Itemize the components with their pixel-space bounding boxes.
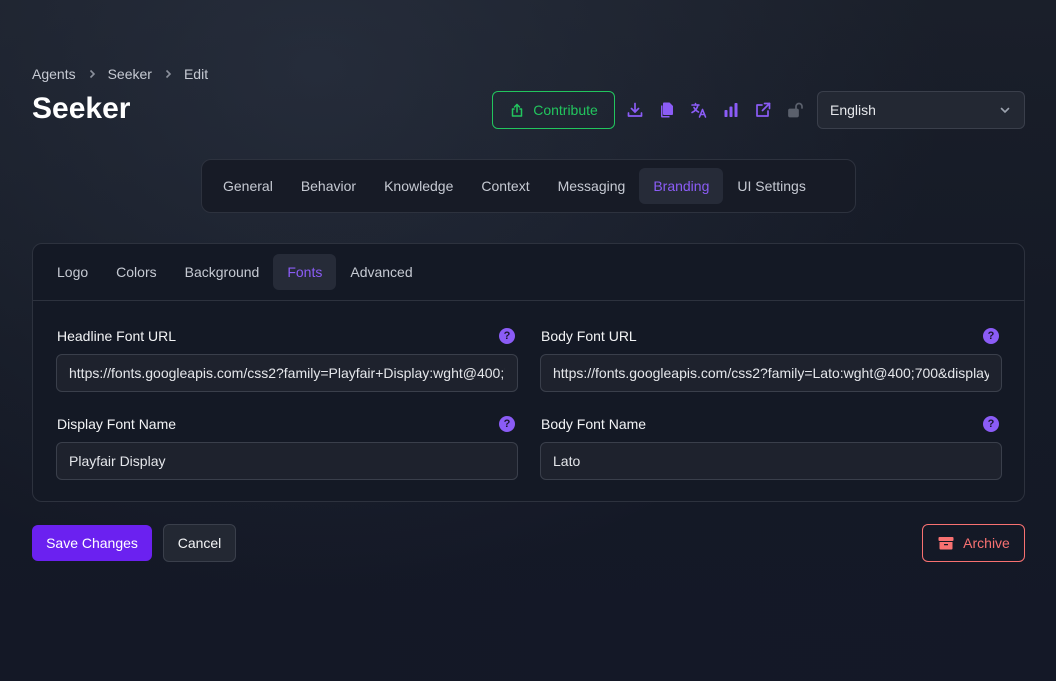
- help-icon[interactable]: ?: [499, 328, 515, 344]
- tab-messaging[interactable]: Messaging: [544, 168, 640, 204]
- archive-button[interactable]: Archive: [922, 524, 1025, 562]
- body-font-url-input[interactable]: [540, 354, 1002, 392]
- body-font-url-label: Body Font URL: [541, 328, 637, 344]
- chevron-right-icon: [162, 68, 174, 80]
- display-font-name-label: Display Font Name: [57, 416, 177, 432]
- header-actions: Contribute: [492, 91, 811, 129]
- breadcrumb: Agents Seeker Edit: [32, 66, 208, 82]
- headline-font-url-input[interactable]: [56, 354, 518, 392]
- headline-font-url-label: Headline Font URL: [57, 328, 177, 344]
- display-font-name-input[interactable]: [56, 442, 518, 480]
- branding-sub-tabs: Logo Colors Background Fonts Advanced: [33, 244, 1024, 301]
- headline-font-url-field: Headline Font URL ?: [56, 326, 518, 392]
- unlock-icon[interactable]: [779, 94, 811, 126]
- body-font-name-field: Body Font Name ?: [540, 414, 1002, 480]
- chevron-right-icon: [86, 68, 98, 80]
- external-link-icon[interactable]: [747, 94, 779, 126]
- translate-icon[interactable]: [683, 94, 715, 126]
- body-font-name-label: Body Font Name: [541, 416, 647, 432]
- contribute-label: Contribute: [533, 102, 598, 118]
- chevron-down-icon: [1000, 107, 1010, 114]
- tab-general[interactable]: General: [209, 168, 287, 204]
- body-font-url-field: Body Font URL ?: [540, 326, 1002, 392]
- save-changes-button[interactable]: Save Changes: [32, 525, 152, 561]
- share-upload-icon: [511, 103, 523, 117]
- breadcrumb-agents[interactable]: Agents: [32, 66, 76, 82]
- help-icon[interactable]: ?: [499, 416, 515, 432]
- tab-context[interactable]: Context: [467, 168, 543, 204]
- contribute-button[interactable]: Contribute: [492, 91, 615, 129]
- language-value: English: [830, 102, 876, 118]
- help-icon[interactable]: ?: [983, 328, 999, 344]
- tab-behavior[interactable]: Behavior: [287, 168, 370, 204]
- help-icon[interactable]: ?: [983, 416, 999, 432]
- subtab-fonts[interactable]: Fonts: [273, 254, 337, 290]
- subtab-colors[interactable]: Colors: [102, 254, 170, 290]
- tab-knowledge[interactable]: Knowledge: [370, 168, 467, 204]
- tab-branding[interactable]: Branding: [639, 168, 724, 204]
- breadcrumb-seeker[interactable]: Seeker: [108, 66, 152, 82]
- archive-label: Archive: [963, 535, 1010, 551]
- tab-ui-settings[interactable]: UI Settings: [723, 168, 819, 204]
- main-tabs: General Behavior Knowledge Context Messa…: [201, 159, 856, 213]
- breadcrumb-edit: Edit: [183, 66, 209, 82]
- page-title: Seeker: [32, 92, 131, 125]
- branding-panel: Logo Colors Background Fonts Advanced He…: [32, 243, 1025, 502]
- body-font-name-input[interactable]: [540, 442, 1002, 480]
- display-font-name-field: Display Font Name ?: [56, 414, 518, 480]
- cancel-button[interactable]: Cancel: [163, 524, 236, 562]
- download-icon[interactable]: [619, 94, 651, 126]
- subtab-advanced[interactable]: Advanced: [336, 254, 426, 290]
- subtab-background[interactable]: Background: [171, 254, 274, 290]
- subtab-logo[interactable]: Logo: [43, 254, 102, 290]
- archive-icon: [938, 537, 954, 550]
- stats-icon[interactable]: [715, 94, 747, 126]
- copy-icon[interactable]: [651, 94, 683, 126]
- language-select[interactable]: English: [817, 91, 1025, 129]
